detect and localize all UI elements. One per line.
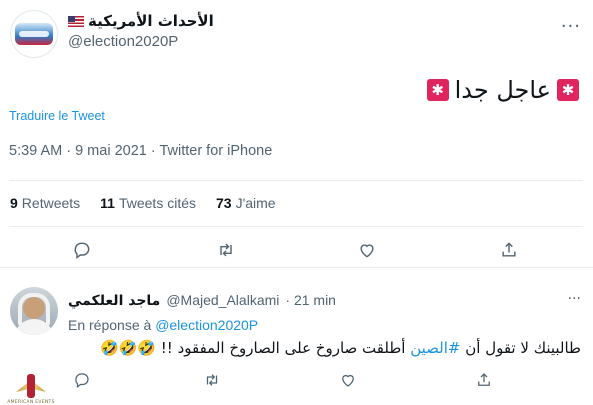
reply-avatar[interactable] <box>10 287 58 335</box>
retweet-button[interactable] <box>200 368 224 392</box>
author-display-name-text: الأحداث الأمريكية <box>88 12 214 30</box>
translate-tweet-link[interactable]: Traduire le Tweet <box>9 109 105 123</box>
tweet-actions <box>0 238 593 262</box>
reply-tweet[interactable]: ماجد العلكمي @Majed_Alalkami · 21 min ··… <box>0 269 593 405</box>
tweet-header: الأحداث الأمريكية @election2020P ··· <box>10 10 583 60</box>
reply-display-name[interactable]: ماجد العلكمي <box>68 293 160 309</box>
laughing-emoji-icon: 🤣🤣🤣 <box>99 339 157 357</box>
reply-button[interactable] <box>70 368 94 392</box>
tweet-text-content: عاجل جدا <box>454 76 551 104</box>
tweet-meta: 5:39 AM · 9 mai 2021 · Twitter for iPhon… <box>9 143 273 159</box>
share-button[interactable] <box>497 238 521 262</box>
siren-icon: ✱ <box>426 79 449 101</box>
share-icon <box>502 242 516 257</box>
stat-quote-tweets[interactable]: 11 Tweets cités <box>100 195 196 211</box>
tweet-text: ✱ عاجل جدا ✱ <box>426 76 579 104</box>
reply-button[interactable] <box>70 238 94 262</box>
watermark-logo: AMERICAN EVENTS <box>0 360 62 405</box>
reply-time[interactable]: · 21 min <box>285 292 336 308</box>
like-button[interactable] <box>355 238 379 262</box>
author-names: الأحداث الأمريكية @election2020P <box>68 12 214 50</box>
channel-logo <box>15 23 53 45</box>
share-icon <box>478 373 490 386</box>
reply-more-options-icon[interactable]: ··· <box>568 291 581 307</box>
retweet-button[interactable] <box>214 238 238 262</box>
divider <box>9 226 583 227</box>
like-icon <box>360 244 374 258</box>
tweet-stats: 9 Retweets 11 Tweets cités 73 J'aime <box>10 195 276 211</box>
retweet-icon <box>206 374 218 386</box>
like-button[interactable] <box>336 368 360 392</box>
hashtag-link[interactable]: #الصين <box>410 339 460 357</box>
watermark-text: AMERICAN EVENTS <box>7 400 55 405</box>
main-tweet: الأحداث الأمريكية @election2020P ··· ✱ ع… <box>0 0 593 268</box>
reply-header: ماجد العلكمي @Majed_Alalkami · 21 min <box>68 292 336 309</box>
author-handle[interactable]: @election2020P <box>68 33 214 50</box>
reply-actions <box>0 368 593 390</box>
reply-handle[interactable]: @Majed_Alalkami <box>166 292 279 308</box>
avatar[interactable] <box>10 10 58 58</box>
retweet-icon <box>220 243 232 257</box>
share-button[interactable] <box>472 368 496 392</box>
divider <box>9 180 583 181</box>
author-display-name[interactable]: الأحداث الأمريكية <box>68 12 214 30</box>
reply-icon <box>74 242 90 259</box>
stat-likes[interactable]: 73 J'aime <box>216 195 276 211</box>
stat-retweets[interactable]: 9 Retweets <box>10 195 80 211</box>
reply-text: طالبينك لا تقول أن #الصين أطلقت صاروخ عل… <box>99 339 581 357</box>
siren-icon: ✱ <box>557 79 579 101</box>
reply-icon <box>75 373 89 389</box>
us-flag-icon <box>68 15 84 27</box>
reply-context-handle-link[interactable]: @election2020P <box>155 317 258 333</box>
more-options-icon[interactable]: ··· <box>561 16 581 37</box>
reply-context: En réponse à @election2020P <box>68 317 259 333</box>
like-icon <box>342 374 354 387</box>
eagle-icon <box>16 374 46 400</box>
